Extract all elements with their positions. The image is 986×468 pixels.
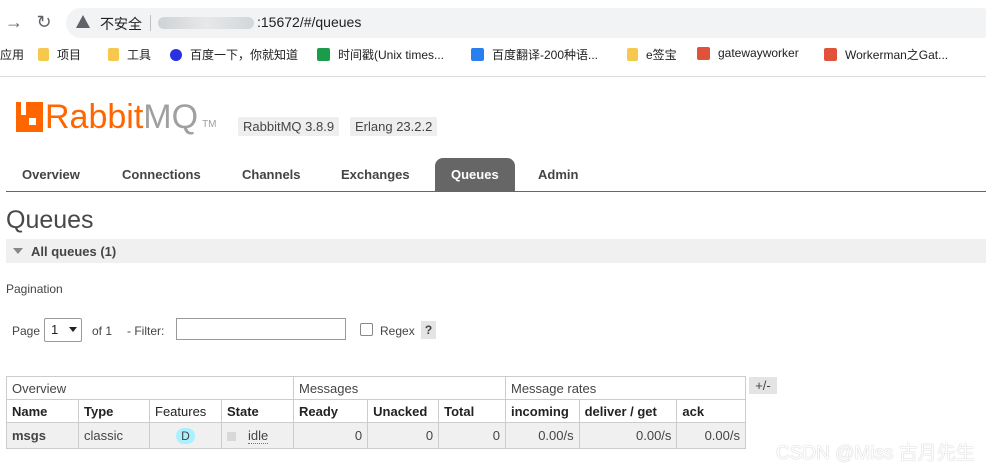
col-features[interactable]: Features <box>149 399 222 423</box>
chevron-down-icon <box>69 327 77 332</box>
col-ready[interactable]: Ready <box>292 399 369 423</box>
bookmark-label: 百度翻译-200种语... <box>492 48 599 62</box>
bookmark-label: 项目 <box>57 48 82 62</box>
tab-connections[interactable]: Connections <box>106 158 217 191</box>
queue-total: 0 <box>438 422 506 449</box>
table-group-header: Overview Messages Message rates <box>6 376 746 400</box>
queue-deliver-get-rate: 0.00/s <box>578 422 678 449</box>
queue-type: classic <box>78 422 150 449</box>
col-deliver-get[interactable]: deliver / get <box>578 399 678 423</box>
bookmark-workerman[interactable]: Workerman之Gat... <box>824 46 948 63</box>
column-toggle-button[interactable]: +/- <box>749 377 777 394</box>
queue-ack-rate: 0.00/s <box>676 422 746 449</box>
col-incoming[interactable]: incoming <box>505 399 580 423</box>
folder-icon <box>38 48 49 61</box>
queue-state: idle <box>221 422 294 449</box>
bookmark-label: gatewayworker <box>718 46 799 60</box>
redacted-host <box>158 17 254 29</box>
col-state[interactable]: State <box>221 399 294 423</box>
rabbitmq-version-badge: RabbitMQ 3.8.9 <box>238 117 340 136</box>
section-title: All queues (1) <box>31 244 117 259</box>
reload-icon[interactable]: ↻ <box>32 10 56 34</box>
logo-rabbit: Rabbit <box>45 97 144 136</box>
bookmark-label: e签宝 <box>646 48 677 62</box>
table-row[interactable]: msgs classic D idle 0 0 0 0.00/s 0.00/s … <box>6 422 746 449</box>
group-overview: Overview <box>6 376 294 400</box>
pagination-title: Pagination <box>6 282 63 296</box>
col-type[interactable]: Type <box>78 399 150 423</box>
page-select[interactable]: 1 <box>44 318 82 342</box>
regex-checkbox[interactable] <box>360 323 373 336</box>
queue-features: D <box>149 422 222 449</box>
col-ack[interactable]: ack <box>676 399 746 423</box>
rabbitmq-logo-icon <box>16 102 43 132</box>
baidu-paw-icon <box>170 48 182 61</box>
page-title: Queues <box>6 206 94 234</box>
c-logo-icon <box>697 46 710 60</box>
durable-badge: D <box>176 427 195 444</box>
bookmark-label: Workerman之Gat... <box>845 48 949 62</box>
folder-icon <box>108 48 119 61</box>
separator <box>150 15 151 31</box>
bookmark-label: 工具 <box>127 48 152 62</box>
all-queues-section-header[interactable]: All queues (1) <box>6 239 986 263</box>
page-label: Page <box>12 324 41 338</box>
queues-table: Overview Messages Message rates Name Typ… <box>6 376 746 449</box>
browser-chrome: → ↻ 不安全 :15672/#/queues 应用 项目 工具 百度一下，你就… <box>0 0 986 77</box>
state-label: idle <box>248 428 269 444</box>
logo-mq: MQ <box>143 97 199 136</box>
col-name[interactable]: Name <box>6 399 79 423</box>
bookmarks-bar: 应用 项目 工具 百度一下，你就知道 时间戳(Unix times... 百度翻… <box>0 44 986 68</box>
timestamp-icon <box>317 48 330 61</box>
bookmark-apps[interactable]: 应用 <box>0 46 24 63</box>
bookmark-timestamp[interactable]: 时间戳(Unix times... <box>317 46 444 63</box>
back-arrow-icon[interactable]: → <box>2 10 26 34</box>
folder-icon <box>627 48 638 61</box>
c-logo-icon <box>824 48 837 61</box>
collapse-triangle-icon <box>13 248 23 254</box>
page-count: of 1 <box>92 324 113 338</box>
col-total[interactable]: Total <box>438 399 506 423</box>
filter-label: - Filter: <box>127 324 165 338</box>
queue-incoming-rate: 0.00/s <box>505 422 580 449</box>
tab-exchanges[interactable]: Exchanges <box>325 158 426 191</box>
bookmark-label: 百度一下，你就知道 <box>190 48 299 62</box>
tab-queues[interactable]: Queues <box>435 158 515 191</box>
watermark: CSDN @Miss 古月先生 <box>776 443 975 464</box>
security-label: 不安全 <box>100 16 142 32</box>
tab-overview[interactable]: Overview <box>6 158 96 191</box>
rabbitmq-logo: RabbitMQ TM <box>16 98 217 136</box>
url-text: :15672/#/queues <box>257 14 362 30</box>
bookmark-label: 时间戳(Unix times... <box>338 48 445 62</box>
group-message-rates: Message rates <box>505 376 746 400</box>
warning-icon <box>76 15 90 28</box>
filter-input[interactable] <box>176 318 346 340</box>
logo-text: RabbitMQ <box>45 98 198 137</box>
regex-label: Regex <box>380 324 415 338</box>
main-tabs: Overview Connections Channels Exchanges … <box>6 158 986 192</box>
queue-name-link[interactable]: msgs <box>6 422 79 449</box>
bookmark-esign[interactable]: e签宝 <box>627 46 677 63</box>
idle-state-icon <box>227 432 236 442</box>
erlang-version-badge: Erlang 23.2.2 <box>350 117 438 136</box>
bookmark-gatewayworker[interactable]: gatewayworker <box>697 46 799 60</box>
bookmark-label: 应用 <box>0 48 25 62</box>
logo-trademark: TM <box>202 118 217 130</box>
address-bar[interactable]: 不安全 :15672/#/queues <box>66 8 986 38</box>
translate-icon <box>471 48 484 61</box>
bookmark-baidu[interactable]: 百度一下，你就知道 <box>170 46 298 63</box>
col-unacked[interactable]: Unacked <box>367 399 440 423</box>
queue-unacked: 0 <box>367 422 440 449</box>
table-column-header: Name Type Features State Ready Unacked T… <box>6 399 746 423</box>
group-messages: Messages <box>293 376 506 400</box>
bookmark-projects[interactable]: 项目 <box>38 46 81 63</box>
regex-help-button[interactable]: ? <box>421 321 436 339</box>
tab-channels[interactable]: Channels <box>226 158 317 191</box>
bookmark-translate[interactable]: 百度翻译-200种语... <box>471 46 598 63</box>
queue-ready: 0 <box>292 422 369 449</box>
page-select-value: 1 <box>51 322 59 337</box>
bookmark-tools[interactable]: 工具 <box>108 46 151 63</box>
tab-admin[interactable]: Admin <box>522 158 594 191</box>
